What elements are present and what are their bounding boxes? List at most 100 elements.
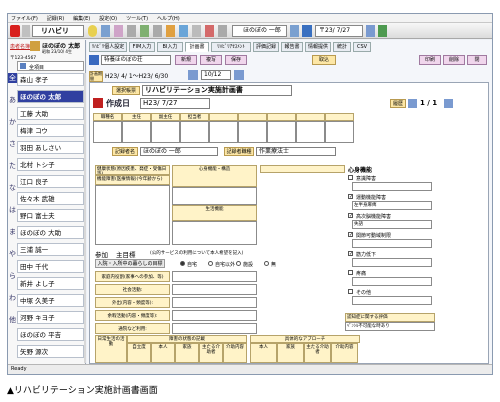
life-row-field-4[interactable] (172, 323, 257, 334)
daily-life-field[interactable] (172, 221, 257, 245)
signer-stamp-cell[interactable] (93, 121, 122, 143)
patient-prev-icon[interactable] (290, 25, 299, 37)
patient-search[interactable]: 全項目 (17, 61, 84, 71)
patient-list-item[interactable]: 工藤 大助 (17, 107, 84, 120)
tab-5[interactable]: 評価記録 (253, 42, 279, 52)
menu-icon[interactable] (22, 25, 30, 37)
take-in-button[interactable]: 取込 (312, 55, 336, 65)
kana-index-8[interactable]: や (8, 249, 17, 259)
menu-file[interactable]: ファイル(F) (11, 15, 38, 22)
new-button[interactable]: 新規 (175, 55, 197, 65)
kana-index-9[interactable]: ら (8, 271, 17, 281)
add-icon[interactable] (10, 25, 20, 37)
eval-date-field[interactable]: 10/12 (201, 70, 231, 80)
body-item-field-3[interactable] (352, 239, 432, 248)
life-row-field-2[interactable] (172, 297, 257, 308)
patient-list-item[interactable]: 梅津 コウ (17, 124, 84, 137)
search-icon[interactable] (127, 25, 136, 37)
period-prev-icon[interactable] (188, 70, 198, 80)
date-selector[interactable]: 〒23/ 7/27 (315, 25, 363, 37)
body-item-field-6[interactable] (352, 296, 432, 305)
tab-4[interactable]: ﾘﾊﾋﾞﾘｱｾｽﾒﾝﾄ (211, 42, 251, 52)
save-button[interactable]: 保存 (225, 55, 247, 65)
check-3[interactable]: ✓ (348, 232, 353, 238)
close-button[interactable]: 閉 (467, 55, 487, 65)
period-next-icon[interactable] (234, 70, 244, 80)
life-row-field-0[interactable] (172, 271, 257, 282)
refresh-icon[interactable] (153, 25, 162, 37)
kana-index-2[interactable]: か (8, 117, 17, 127)
check-2[interactable]: ✓ (348, 213, 353, 219)
print-icon[interactable] (166, 25, 175, 37)
tab-1[interactable]: FIM入力 (129, 42, 155, 52)
tab-0[interactable]: ﾘﾊﾋﾞﾘ個人設定 (89, 42, 127, 52)
signer-stamp-cell[interactable] (180, 121, 209, 143)
template-selector[interactable]: 特養ほのぼの荘 (101, 55, 171, 65)
patient-list-item[interactable]: ほのぼの 大助 (17, 226, 84, 239)
body-item-field-1[interactable]: 左半身麻痺 (352, 201, 432, 210)
radio-0[interactable] (180, 261, 185, 266)
life-row-field-1[interactable] (172, 284, 257, 295)
patient-next-icon[interactable] (302, 25, 312, 37)
table-icon[interactable] (140, 25, 149, 37)
menu-edit[interactable]: 編集(E) (73, 15, 90, 22)
check-6[interactable] (348, 289, 353, 294)
signer-stamp-cell[interactable] (296, 121, 325, 143)
kana-index-3[interactable]: さ (8, 139, 17, 149)
settings-icon[interactable] (192, 25, 201, 37)
radio-3[interactable] (264, 261, 269, 266)
kana-index-11[interactable]: 他 (8, 315, 17, 325)
patient-list-item[interactable]: ほのぼの 太郎 (17, 90, 84, 103)
check-1[interactable]: ✓ (348, 194, 353, 200)
patient-list-item[interactable]: 野口 富士夫 (17, 209, 84, 222)
function-field[interactable] (95, 185, 170, 245)
kana-index-10[interactable]: わ (8, 293, 17, 303)
body-item-field-4[interactable] (352, 258, 432, 267)
roster-label[interactable]: 患者名簿 (10, 43, 30, 50)
signer-stamp-cell[interactable] (238, 121, 267, 143)
kana-index-0[interactable]: 全 (8, 73, 17, 83)
mail-icon[interactable] (179, 25, 188, 37)
patient-selector[interactable]: ほのぼの 一郎 (232, 25, 287, 37)
tab-7[interactable]: 情報提供 (305, 42, 331, 52)
patient-list-item[interactable]: 中塚 久美子 (17, 294, 84, 307)
life-row-field-3[interactable] (172, 310, 257, 321)
tab-8[interactable]: 統計 (333, 42, 351, 52)
signer-stamp-cell[interactable] (267, 121, 296, 143)
tab-3[interactable]: 計画書 (185, 42, 209, 52)
print-button[interactable]: 印刷 (419, 55, 441, 65)
calendar-icon[interactable] (114, 25, 123, 37)
created-date-field[interactable]: H23/ 7/27 (140, 98, 210, 109)
body-item-field-5[interactable] (352, 277, 432, 286)
signer-stamp-cell[interactable] (151, 121, 180, 143)
signer-stamp-cell[interactable] (209, 121, 238, 143)
kana-index-1[interactable]: あ (8, 95, 17, 105)
check-5[interactable] (348, 270, 353, 275)
tab-9[interactable]: CSV (353, 42, 371, 52)
delete-button[interactable]: 削除 (443, 55, 465, 65)
tab-6[interactable]: 報告書 (281, 42, 303, 52)
tab-2[interactable]: BI入力 (157, 42, 183, 52)
dementia-field[interactable]: ﾍﾟﾝｼﾙ不可能な時あり (345, 322, 435, 331)
patient-list-item[interactable]: 矢野 源次 (17, 345, 84, 358)
signer-stamp-cell[interactable] (122, 121, 151, 143)
alert-icon[interactable] (205, 25, 214, 37)
copy-button[interactable]: 複写 (200, 55, 222, 65)
patient-list-item[interactable]: 羽田 あしさい (17, 141, 84, 154)
body-structure-field[interactable] (172, 187, 257, 205)
patient-list-scrollbar[interactable] (84, 73, 86, 363)
patient-list-item[interactable]: 三浦 誠一 (17, 243, 84, 256)
signer-stamp-cell[interactable] (325, 121, 354, 143)
check-4[interactable]: ✓ (348, 251, 353, 257)
kana-index-5[interactable]: な (8, 183, 17, 193)
patient-list-item[interactable]: 江口 良子 (17, 175, 84, 188)
patient-list-item[interactable]: ほのぼの 平吉 (17, 328, 84, 341)
occupation-select[interactable]: 作業療法士 (256, 147, 336, 156)
kana-index-4[interactable]: た (8, 161, 17, 171)
history-prev-icon[interactable] (408, 99, 417, 108)
radio-2[interactable] (236, 261, 241, 266)
list-icon[interactable] (218, 25, 227, 37)
kana-index-7[interactable]: ま (8, 227, 17, 237)
kana-index-6[interactable]: は (8, 205, 17, 215)
smiley-icon[interactable] (88, 25, 97, 37)
